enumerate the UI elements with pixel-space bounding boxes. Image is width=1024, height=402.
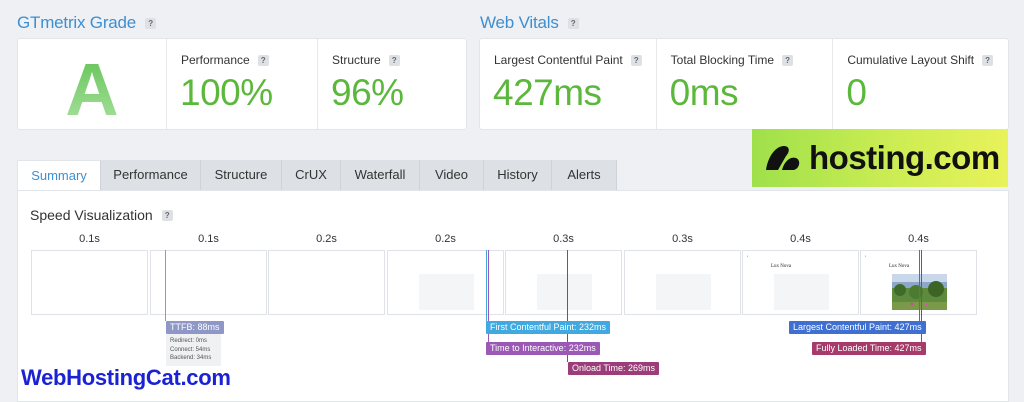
- filmstrip-frame[interactable]: [31, 250, 148, 315]
- grade-letter: A: [18, 47, 166, 132]
- help-icon[interactable]: ?: [567, 17, 579, 29]
- ttfb-label[interactable]: TTFB: 88ms: [166, 321, 224, 334]
- gtmetrix-grade-heading: GTmetrix Grade ?: [17, 13, 157, 33]
- tab-summary[interactable]: Summary: [17, 160, 101, 191]
- help-icon[interactable]: ?: [388, 54, 400, 66]
- frame-timestamp: 0.1s: [79, 233, 100, 245]
- lcp-label-row: Largest Contentful Paint ?: [494, 53, 642, 67]
- tbt-label-row: Total Blocking Time ?: [670, 53, 794, 67]
- tab-crux[interactable]: CrUX: [282, 160, 341, 190]
- frame-heading: Lux Nova: [771, 264, 792, 269]
- filmstrip-frame[interactable]: ▪ Lux Nova: [742, 250, 859, 315]
- web-vitals-card: Largest Contentful Paint ? 427ms Total B…: [479, 38, 1009, 130]
- hosting-logo-icon: [766, 146, 800, 170]
- structure-value: 96%: [331, 72, 404, 113]
- ttfb-marker-line: [165, 250, 166, 321]
- frame-timestamp: 0.1s: [198, 233, 219, 245]
- tti-label[interactable]: Time to Interactive: 232ms: [486, 342, 600, 355]
- lcp-cell: Largest Contentful Paint ? 427ms: [480, 39, 656, 129]
- performance-label: Performance: [181, 53, 250, 67]
- performance-value: 100%: [180, 72, 273, 113]
- frame-placeholder-box: [419, 274, 474, 310]
- onload-label[interactable]: Onload Time: 269ms: [568, 362, 660, 375]
- tab-waterfall[interactable]: Waterfall: [341, 160, 420, 190]
- frame-timestamp: 0.2s: [435, 233, 456, 245]
- fully-loaded-label[interactable]: Fully Loaded Time: 427ms: [812, 342, 926, 355]
- lcp-label: Largest Contentful Paint: [494, 53, 623, 67]
- tab-alerts[interactable]: Alerts: [552, 160, 617, 190]
- grade-cell: A: [18, 39, 166, 132]
- cls-cell: Cumulative Layout Shift ? 0: [832, 39, 1008, 129]
- speed-visualization-title: Speed Visualization: [30, 207, 153, 223]
- tab-performance[interactable]: Performance: [101, 160, 201, 190]
- frame-timestamp: 0.3s: [553, 233, 574, 245]
- backend-time: Backend: 34ms: [170, 355, 212, 361]
- hosting-ad-banner[interactable]: hosting.com: [752, 129, 1008, 187]
- frame-timestamp: 0.2s: [316, 233, 337, 245]
- frame-placeholder-box: [537, 274, 592, 310]
- filmstrip-frame[interactable]: [505, 250, 622, 315]
- tbt-label: Total Blocking Time: [670, 53, 775, 67]
- help-icon[interactable]: ?: [257, 54, 269, 66]
- frame-placeholder-box: [656, 274, 711, 310]
- structure-label: Structure: [332, 53, 381, 67]
- report-tabs: Summary Performance Structure CrUX Water…: [17, 160, 617, 191]
- cls-value: 0: [846, 72, 867, 113]
- performance-label-row: Performance ?: [181, 53, 269, 67]
- tbt-value: 0ms: [669, 72, 739, 113]
- filmstrip-frame[interactable]: [150, 250, 267, 315]
- frame-timestamp: 0.4s: [790, 233, 811, 245]
- speed-visualization-heading: Speed Visualization ?: [30, 207, 173, 223]
- tbt-cell: Total Blocking Time ? 0ms: [655, 39, 833, 129]
- connect-time: Connect: 54ms: [170, 346, 211, 353]
- structure-label-row: Structure ?: [332, 53, 400, 67]
- redirect-time: Redirect: 0ms: [170, 338, 208, 344]
- web-vitals-title: Web Vitals: [480, 13, 559, 32]
- tab-structure[interactable]: Structure: [201, 160, 282, 190]
- gtmetrix-grade-card: A Performance ? 100% Structure ? 96%: [17, 38, 467, 132]
- frame-heading: Lux Nova: [889, 264, 910, 269]
- lcp-marker-line: [919, 250, 920, 321]
- fcp-label[interactable]: First Contentful Paint: 232ms: [486, 321, 611, 334]
- frame-nav-mark: ▪: [865, 254, 867, 258]
- gtmetrix-grade-title: GTmetrix Grade: [17, 13, 137, 32]
- cls-label: Cumulative Layout Shift: [847, 53, 975, 67]
- help-icon[interactable]: ?: [145, 17, 157, 29]
- frame-timestamp: 0.3s: [672, 233, 693, 245]
- help-icon[interactable]: ?: [782, 54, 794, 66]
- tab-video[interactable]: Video: [420, 160, 484, 190]
- ttfb-breakdown: Redirect: 0ms Connect: 54ms Backend: 34m…: [166, 334, 221, 366]
- cls-label-row: Cumulative Layout Shift ?: [847, 53, 994, 67]
- help-icon[interactable]: ?: [982, 54, 994, 66]
- help-icon[interactable]: ?: [161, 209, 173, 221]
- performance-cell: Performance ? 100%: [166, 39, 317, 129]
- ad-text: hosting.com: [809, 139, 1000, 176]
- frame-placeholder-box: [774, 274, 829, 310]
- tab-history[interactable]: History: [484, 160, 552, 190]
- fcp-marker-line: [486, 250, 487, 321]
- filmstrip-frame[interactable]: [268, 250, 385, 315]
- structure-cell: Structure ? 96%: [317, 39, 466, 129]
- help-icon[interactable]: ?: [630, 54, 642, 66]
- frame-nav-mark: ▪: [747, 254, 749, 258]
- lcp-marker-label[interactable]: Largest Contentful Paint: 427ms: [789, 321, 926, 334]
- lcp-value: 427ms: [493, 72, 602, 113]
- frame-timestamp: 0.4s: [908, 233, 929, 245]
- filmstrip-frame[interactable]: [624, 250, 741, 315]
- watermark: WebHostingCat.com: [21, 365, 231, 390]
- web-vitals-heading: Web Vitals ?: [480, 13, 579, 33]
